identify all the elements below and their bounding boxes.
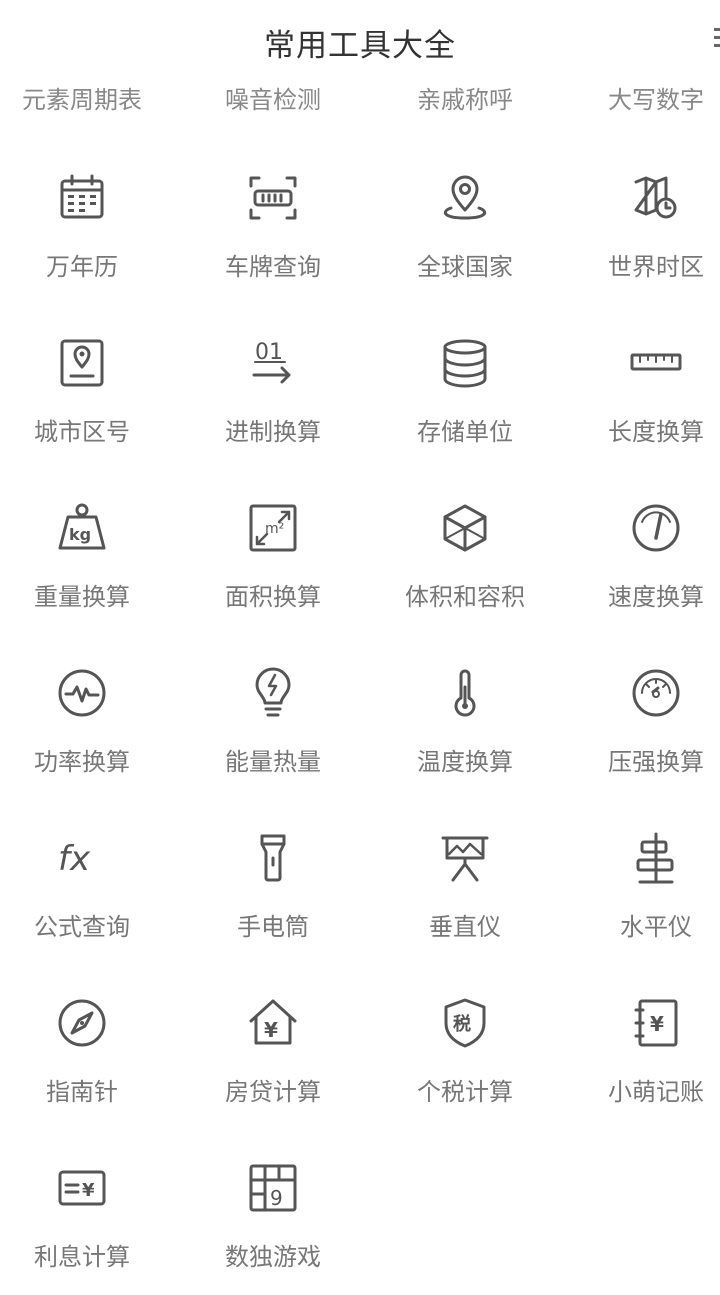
tax-shield-icon: 税 xyxy=(437,995,493,1051)
pulse-icon xyxy=(54,665,110,721)
tool-storage-unit[interactable]: 存储单位 xyxy=(375,305,555,470)
tool-label: 全球国家 xyxy=(417,253,513,281)
tool-label: 城市区号 xyxy=(34,418,130,446)
header: 常用工具大全 xyxy=(0,0,720,80)
binary-convert-icon: 01 xyxy=(245,335,301,391)
tool-world-timezone[interactable]: 世界时区 xyxy=(566,140,720,305)
license-plate-scan-icon xyxy=(245,170,301,226)
tool-label: 车牌查询 xyxy=(225,253,321,281)
tool-label: 个税计算 xyxy=(417,1078,513,1106)
tool-horizontal-level[interactable]: 水平仪 xyxy=(566,800,720,965)
compass-icon xyxy=(54,995,110,1051)
menu-edge-icon[interactable] xyxy=(714,28,720,56)
tool-label: 压强换算 xyxy=(608,748,704,776)
area-m2-icon: m² xyxy=(245,500,301,556)
pressure-gauge-icon xyxy=(628,665,684,721)
tool-label: 万年历 xyxy=(46,253,118,281)
calendar-icon xyxy=(54,170,110,226)
cube-icon xyxy=(437,500,493,556)
svg-text:税: 税 xyxy=(453,1013,471,1035)
ruler-icon xyxy=(628,335,684,391)
tool-label: 指南针 xyxy=(46,1078,118,1106)
svg-text:¥: ¥ xyxy=(650,1012,664,1036)
tool-energy-heat[interactable]: 能量热量 xyxy=(183,635,363,800)
tool-label: 数独游戏 xyxy=(225,1243,321,1271)
tool-label: 手电筒 xyxy=(237,913,309,941)
tool-bookkeeping[interactable]: ¥ 小萌记账 xyxy=(566,965,720,1130)
tool-label: 进制换算 xyxy=(225,418,321,446)
tool-label: 利息计算 xyxy=(34,1243,130,1271)
tool-city-area-code[interactable]: 城市区号 xyxy=(0,305,172,470)
top-item-relative-titles[interactable]: 亲戚称呼 xyxy=(375,80,555,115)
tool-temperature-conversion[interactable]: 温度换算 xyxy=(375,635,555,800)
tool-label: 房贷计算 xyxy=(225,1078,321,1106)
tool-label: 温度换算 xyxy=(417,748,513,776)
svg-text:9: 9 xyxy=(270,1186,283,1210)
tool-calendar[interactable]: 万年历 xyxy=(0,140,172,305)
tool-label: 存储单位 xyxy=(417,418,513,446)
flashlight-icon xyxy=(245,830,301,886)
database-icon xyxy=(437,335,493,391)
map-clock-icon xyxy=(628,170,684,226)
interest-card-icon: ¥ xyxy=(54,1160,110,1216)
tool-power-conversion[interactable]: 功率换算 xyxy=(0,635,172,800)
vertical-level-icon xyxy=(437,830,493,886)
svg-text:m²: m² xyxy=(265,521,284,537)
tool-label: 体积和容积 xyxy=(405,583,525,611)
tool-label: 水平仪 xyxy=(620,913,692,941)
tool-label: 世界时区 xyxy=(608,253,704,281)
top-tools-row: 元素周期表 噪音检测 亲戚称呼 大写数字 xyxy=(0,80,720,120)
tool-mortgage-calc[interactable]: ¥ 房贷计算 xyxy=(183,965,363,1130)
top-item-uppercase-numbers[interactable]: 大写数字 xyxy=(566,80,720,115)
ledger-yen-icon: ¥ xyxy=(628,995,684,1051)
tool-label: 能量热量 xyxy=(225,748,321,776)
tool-license-plate[interactable]: 车牌查询 xyxy=(183,140,363,305)
tool-global-countries[interactable]: 全球国家 xyxy=(375,140,555,305)
tool-flashlight[interactable]: 手电筒 xyxy=(183,800,363,965)
tool-income-tax-calc[interactable]: 税 个税计算 xyxy=(375,965,555,1130)
thermometer-icon xyxy=(437,665,493,721)
tool-formula-lookup[interactable]: fx 公式查询 xyxy=(0,800,172,965)
speedometer-icon xyxy=(628,500,684,556)
horizontal-level-icon xyxy=(628,830,684,886)
top-item-noise-detection[interactable]: 噪音检测 xyxy=(183,80,363,115)
page-title: 常用工具大全 xyxy=(264,28,456,64)
tool-label: 面积换算 xyxy=(225,583,321,611)
tool-speed-conversion[interactable]: 速度换算 xyxy=(566,470,720,635)
tool-vertical-level[interactable]: 垂直仪 xyxy=(375,800,555,965)
tool-compass[interactable]: 指南针 xyxy=(0,965,172,1130)
tool-area-conversion[interactable]: m² 面积换算 xyxy=(183,470,363,635)
svg-text:kg: kg xyxy=(69,525,91,544)
tool-label: 功率换算 xyxy=(34,748,130,776)
tool-length-conversion[interactable]: 长度换算 xyxy=(566,305,720,470)
sudoku-grid-icon: 9 xyxy=(245,1160,301,1216)
location-card-icon xyxy=(54,335,110,391)
tool-label: 垂直仪 xyxy=(429,913,501,941)
energy-bulb-icon xyxy=(245,665,301,721)
tool-interest-calc[interactable]: ¥ 利息计算 xyxy=(0,1130,172,1295)
svg-text:fx: fx xyxy=(58,839,91,879)
house-yen-icon: ¥ xyxy=(245,995,301,1051)
tool-label: 重量换算 xyxy=(34,583,130,611)
tool-weight-conversion[interactable]: kg 重量换算 xyxy=(0,470,172,635)
tool-volume-capacity[interactable]: 体积和容积 xyxy=(375,470,555,635)
svg-text:¥: ¥ xyxy=(264,1018,278,1042)
top-item-periodic-table[interactable]: 元素周期表 xyxy=(0,80,172,115)
svg-text:¥: ¥ xyxy=(82,1180,95,1201)
tool-pressure-conversion[interactable]: 压强换算 xyxy=(566,635,720,800)
tool-label: 小萌记账 xyxy=(608,1078,704,1106)
map-pin-icon xyxy=(437,170,493,226)
fx-formula-icon: fx xyxy=(54,830,110,886)
tool-base-conversion[interactable]: 01 进制换算 xyxy=(183,305,363,470)
tool-sudoku[interactable]: 9 数独游戏 xyxy=(183,1130,363,1295)
weight-kg-icon: kg xyxy=(54,500,110,556)
tool-label: 公式查询 xyxy=(34,913,130,941)
tool-label: 速度换算 xyxy=(608,583,704,611)
tool-label: 长度换算 xyxy=(608,418,704,446)
